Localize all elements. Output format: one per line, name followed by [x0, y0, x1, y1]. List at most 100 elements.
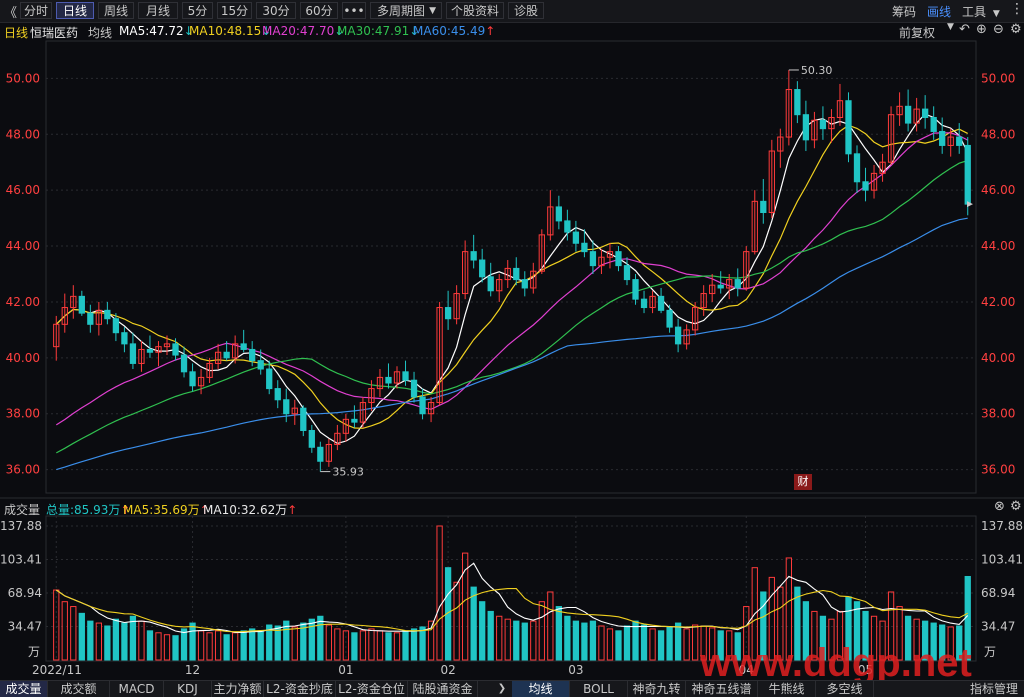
ma5-line — [55, 113, 969, 445]
candle-body — [419, 396, 426, 415]
candle-body — [922, 108, 929, 118]
overlay-tab[interactable]: 神奇九转 — [628, 681, 686, 697]
tools-label: 工具 — [962, 5, 987, 19]
indicator-tab[interactable]: 成交额 — [48, 681, 110, 697]
volume-bar — [206, 632, 213, 661]
caret-down-icon: ▼ — [992, 9, 1000, 19]
volume-bar — [674, 622, 682, 661]
more-menu-icon[interactable]: ⋮ — [1010, 1, 1024, 17]
x-axis-label: 2022/11 — [32, 663, 82, 677]
ma30-line — [56, 159, 968, 454]
stock-info-button[interactable]: 个股资料 — [446, 2, 504, 19]
price-tick-label: 46.00 — [981, 183, 1015, 197]
period-button[interactable]: 周线 — [98, 2, 134, 19]
volume-bar — [692, 624, 699, 661]
candle-body — [78, 295, 85, 314]
volume-bar — [402, 630, 409, 661]
volume-bar — [163, 634, 171, 661]
indicator-tab[interactable]: 主力净额 — [212, 681, 264, 697]
candle-body — [794, 89, 801, 116]
ma20-value: MA20:47.70↓ — [262, 24, 345, 38]
volume-bar — [95, 622, 102, 661]
overlay-tab[interactable]: 神奇五线谱 — [686, 681, 758, 697]
ma-label[interactable]: 均线 — [88, 24, 112, 41]
ma-info-bar: 日线 恒瑞医药 均线 MA5:47.72↓ MA10:48.15↓ MA20:4… — [0, 22, 1024, 40]
low-annotation: 35.93 — [332, 466, 364, 479]
overlay-tab[interactable]: 均线 — [512, 681, 570, 697]
candle-body — [317, 446, 324, 462]
candle-body — [904, 105, 912, 124]
tools-menu[interactable]: 工具 ▼ — [962, 3, 1000, 20]
settings-gear-icon[interactable]: ⚙ — [1010, 499, 1022, 514]
price-tick-label: 44.00 — [981, 239, 1015, 253]
multi-period-dropdown[interactable]: 多周期图 ▼ — [370, 2, 442, 19]
caret-down-icon[interactable]: ▼ — [947, 22, 954, 32]
candle-body — [853, 153, 861, 183]
volume-bar — [598, 625, 605, 661]
volume-bar — [606, 628, 614, 661]
candle-body — [760, 200, 767, 214]
candle-body — [802, 114, 810, 141]
volume-bar — [393, 632, 401, 661]
back-icon[interactable]: 《 — [4, 2, 17, 21]
zoom-out-icon[interactable]: ⊖ — [993, 22, 1004, 37]
indicator-tab[interactable]: MACD — [110, 681, 164, 697]
candle-body — [283, 399, 290, 415]
period-button[interactable]: 5分 — [182, 2, 213, 19]
period-button[interactable]: 月线 — [138, 2, 178, 19]
volume-bar — [470, 586, 477, 661]
high-annotation: 50.30 — [801, 64, 833, 77]
diagnose-button[interactable]: 诊股 — [508, 2, 544, 19]
period-button[interactable]: 60分 — [300, 2, 338, 19]
price-tick-label: 48.00 — [6, 127, 40, 141]
candle-body — [862, 181, 869, 191]
period-button[interactable]: 分时 — [20, 2, 52, 19]
chip-button[interactable]: 筹码 — [892, 3, 916, 20]
adjust-label[interactable]: 前复权 — [899, 24, 935, 41]
volume-bar — [146, 630, 154, 661]
candle-body — [479, 259, 486, 278]
settings-gear-icon[interactable]: ⚙ — [1010, 22, 1022, 37]
candle-body — [240, 343, 247, 350]
volume-bar — [121, 622, 128, 661]
period-button[interactable]: 日线 — [56, 2, 94, 19]
volume-bar — [87, 620, 94, 661]
indicator-tab[interactable]: 成交量 — [0, 681, 48, 697]
candle-body — [385, 376, 392, 384]
volume-tick-label: 103.41 — [0, 553, 42, 567]
more-button[interactable]: ••• — [342, 2, 366, 19]
next-tabs-icon[interactable]: ❯ — [495, 681, 509, 697]
price-tick-label: 40.00 — [981, 351, 1015, 365]
overlay-tab[interactable]: BOLL — [570, 681, 628, 697]
stock-name: 恒瑞医药 — [30, 26, 79, 40]
indicator-tab[interactable]: 陆股通资金 — [408, 681, 478, 697]
candle-body — [129, 343, 137, 364]
candle-body — [939, 130, 946, 146]
finance-marker[interactable]: 财 — [794, 474, 812, 490]
zoom-in-icon[interactable]: ⊕ — [976, 22, 987, 37]
indicator-manage-button[interactable]: 指标管理 — [964, 681, 1024, 697]
candle-body — [845, 100, 852, 155]
price-tick-label: 48.00 — [981, 127, 1015, 141]
indicator-tab[interactable]: L2-资金抄底 — [264, 681, 336, 697]
undo-icon[interactable]: ↶ — [959, 22, 970, 37]
volume-bar — [376, 630, 384, 661]
draw-line-button[interactable]: 画线 — [927, 3, 951, 20]
candle-body — [351, 418, 358, 423]
overlay-tab[interactable]: 多空线 — [816, 681, 874, 697]
indicator-tab[interactable]: KDJ — [164, 681, 212, 697]
overlay-tab[interactable]: 牛熊线 — [758, 681, 816, 697]
price-tick-label: 50.00 — [981, 71, 1015, 85]
volume-bar — [419, 626, 426, 661]
indicator-tab[interactable]: L2-资金仓位 — [336, 681, 408, 697]
volume-tick-label: 103.41 — [981, 553, 1023, 567]
period-button[interactable]: 15分 — [217, 2, 252, 19]
volume-ma5: MA5:35.69万↑ — [123, 503, 210, 517]
volume-tick-label: 34.47 — [8, 620, 42, 634]
kline-chart[interactable]: 50.00 50.00 48.00 48.00 46.00 46.00 44.00 44.00… — [0, 40, 1024, 680]
period-button[interactable]: 30分 — [256, 2, 296, 19]
candle-body — [146, 348, 154, 353]
close-panel-icon[interactable]: ⊗ — [994, 499, 1005, 514]
volume-bar — [513, 620, 520, 661]
ma10-value: MA10:48.15↓ — [189, 24, 272, 38]
